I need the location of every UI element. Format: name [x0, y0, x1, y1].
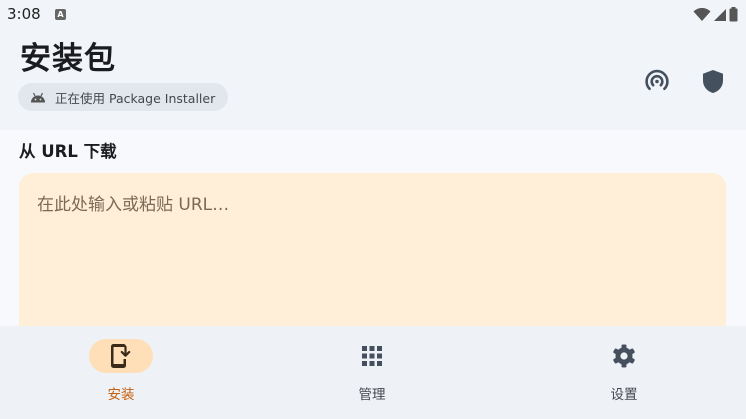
battery-icon	[729, 7, 738, 22]
install-phone-icon	[111, 344, 131, 368]
content-panel: 从 URL 下载	[0, 130, 746, 343]
gear-icon	[613, 344, 635, 368]
nav-label-install: 安装	[107, 387, 135, 403]
nav-label-manage: 管理	[358, 387, 386, 403]
nav-icon-container	[592, 339, 656, 373]
nav-item-manage[interactable]: 管理	[282, 326, 462, 419]
section-title: 从 URL 下载	[19, 142, 117, 161]
url-input[interactable]	[37, 195, 697, 215]
url-input-box[interactable]	[19, 173, 726, 343]
nav-item-settings[interactable]: 设置	[534, 326, 714, 419]
nav-item-install[interactable]: 安装	[31, 326, 211, 419]
status-icons	[693, 7, 738, 22]
bottom-nav: 安装 管理 设置	[0, 326, 746, 419]
status-bar: 3:08 A	[0, 0, 746, 28]
broadcast-icon	[645, 69, 669, 91]
wifi-icon	[693, 7, 711, 21]
nav-label-settings: 设置	[610, 387, 638, 403]
page-title: 安装包	[20, 41, 116, 77]
nav-active-indicator	[89, 339, 153, 373]
nav-icon-container	[340, 339, 404, 373]
shield-button[interactable]	[698, 66, 728, 96]
grid-icon	[362, 346, 382, 366]
android-icon	[31, 92, 45, 102]
notification-a-icon: A	[55, 9, 66, 20]
status-time: 3:08	[7, 5, 41, 23]
cell-signal-icon	[714, 8, 726, 21]
broadcast-button[interactable]	[642, 66, 672, 96]
installer-chip-label: 正在使用 Package Installer	[55, 90, 216, 106]
shield-icon	[703, 69, 723, 93]
installer-chip[interactable]: 正在使用 Package Installer	[18, 83, 229, 111]
